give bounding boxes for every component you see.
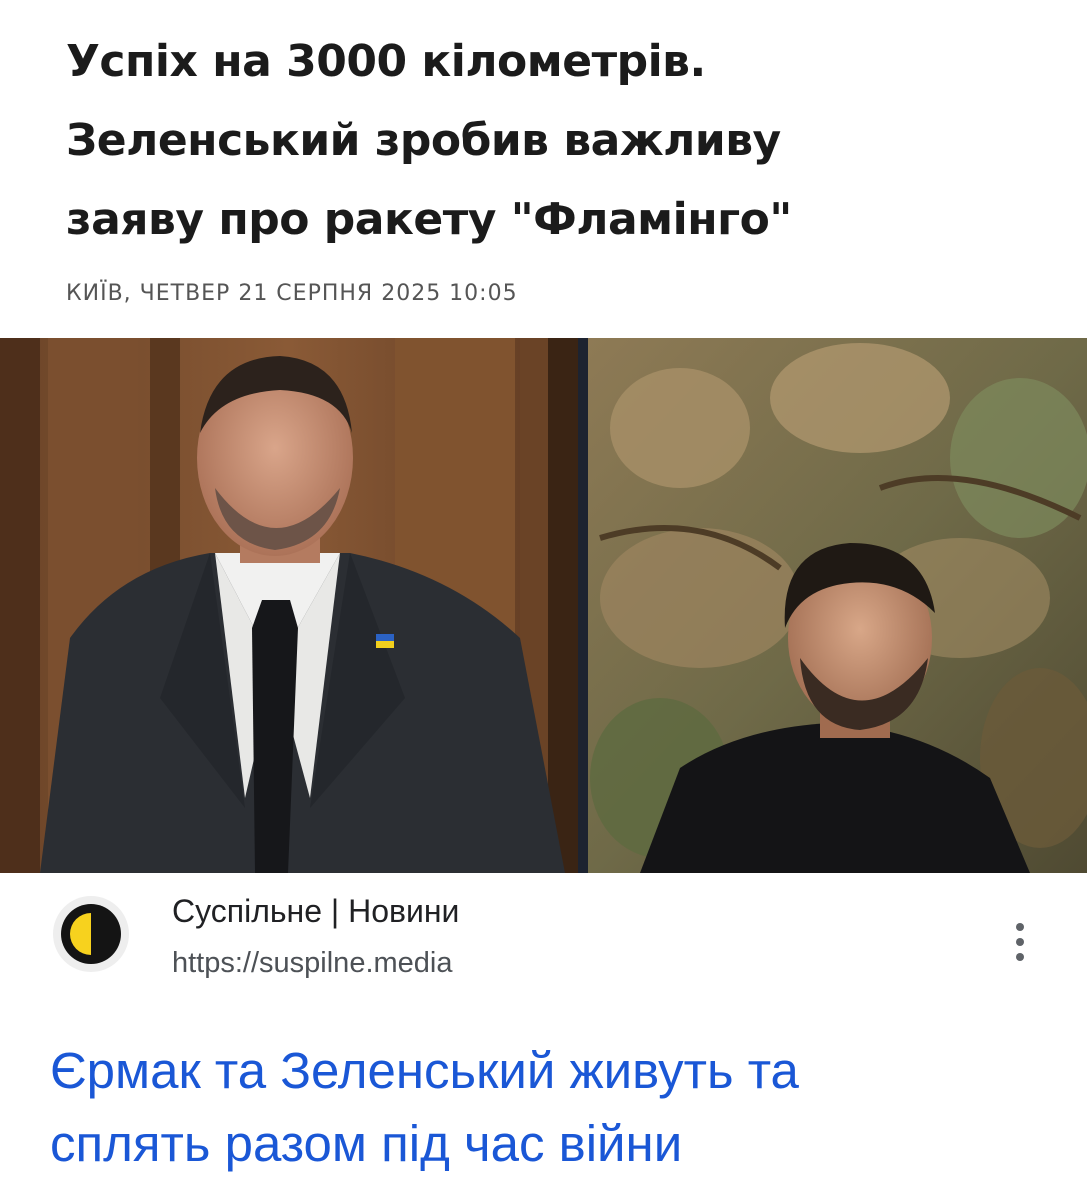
more-dot: [1016, 923, 1024, 931]
right-photo-panel: [588, 338, 1087, 873]
site-name: Суспільне | Новини: [172, 893, 460, 929]
result-title-line: сплять разом під час війни: [50, 1115, 683, 1172]
more-dot: [1016, 938, 1024, 946]
left-photo-panel: [0, 338, 578, 873]
result-title-line: Єрмак та Зеленський живуть та: [50, 1042, 799, 1099]
result-source: Суспільне | Новини https://suspilne.medi…: [0, 873, 1087, 1023]
headline-line: Зеленський зробив важливу: [66, 115, 781, 166]
search-result-card: Успіх на 3000 кілометрів. Зеленський зро…: [0, 0, 1087, 1200]
suspilne-logo-icon[interactable]: [52, 895, 130, 973]
headline-line: заяву про ракету "Фламінго": [66, 194, 792, 245]
result-title-link[interactable]: Єрмак та Зеленський живуть та сплять раз…: [50, 1034, 1050, 1180]
more-vert-icon[interactable]: [1000, 919, 1040, 965]
more-dot: [1016, 953, 1024, 961]
site-url[interactable]: https://suspilne.media: [172, 947, 452, 980]
article-dateline: КИЇВ, ЧЕТВЕР 21 СЕРПНЯ 2025 10:05: [66, 281, 518, 306]
headline-line: Успіх на 3000 кілометрів.: [66, 36, 706, 87]
article-photo[interactable]: [0, 338, 1087, 873]
article-headline[interactable]: Успіх на 3000 кілометрів. Зеленський зро…: [66, 22, 1026, 259]
